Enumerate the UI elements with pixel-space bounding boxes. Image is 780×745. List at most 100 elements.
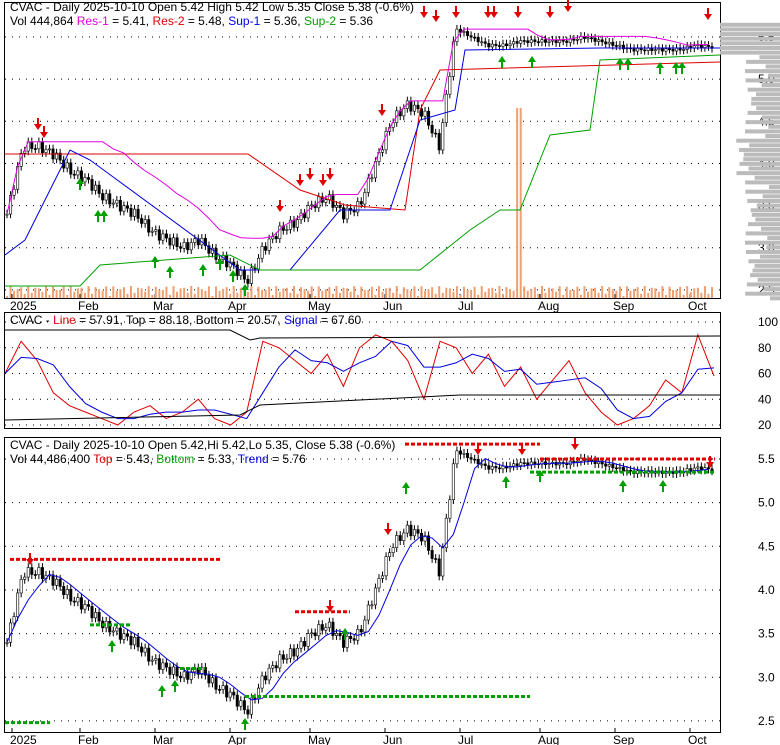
volume-bar	[215, 286, 218, 298]
volume-bar	[682, 294, 685, 298]
volume-bar	[576, 286, 579, 298]
volume-profile-bar	[745, 180, 780, 185]
volume-bar	[686, 286, 689, 298]
volume-bar	[650, 287, 653, 298]
volume-bar	[700, 292, 703, 298]
candle-bottom-body	[597, 461, 601, 464]
candle-bottom-body	[125, 633, 129, 637]
candle-bottom-body	[108, 620, 112, 633]
volume-bar	[172, 286, 175, 298]
volume-bar	[533, 287, 536, 298]
panel1-legend: Vol 444,864 Res-1 = 5.41, Res-2 = 5.48, …	[10, 14, 373, 28]
volume-profile-bar	[754, 175, 780, 180]
candle-top-body	[430, 124, 434, 134]
volume-bar	[654, 288, 657, 298]
buy-arrow-icon	[659, 480, 667, 492]
chart-canvas: 5.55.04.54.03.53.02.55.55.04.54.03.53.02…	[4, 0, 780, 745]
candle-top-body	[274, 236, 278, 240]
candle-bottom-body	[434, 558, 438, 560]
volume-bar	[197, 287, 200, 298]
sell-arrow-icon	[420, 6, 428, 18]
sell-arrow-icon	[432, 10, 440, 22]
x-tick-label: Jun	[383, 299, 402, 313]
candle-top-body	[147, 219, 151, 233]
candle-bottom-body	[296, 647, 300, 657]
candle-bottom-body	[483, 463, 487, 466]
candle-top-body	[363, 192, 367, 205]
volume-profile-bar	[745, 78, 780, 83]
candle-bottom-body	[522, 462, 526, 464]
candle-top-body	[593, 37, 597, 42]
volume-bar	[590, 288, 593, 298]
volume-bar	[689, 291, 692, 298]
candle-bottom-body	[143, 647, 147, 653]
candle-bottom-body	[30, 567, 34, 575]
candle-top-body	[235, 264, 239, 277]
candle-bottom-body	[487, 465, 491, 470]
volume-bar	[583, 286, 586, 298]
volume-bar	[569, 289, 572, 298]
volume-profile-bar	[768, 124, 780, 129]
candle-top-body	[359, 201, 363, 205]
volume-bar	[91, 293, 94, 298]
trend-label: Trend	[237, 452, 269, 466]
volume-bar	[431, 287, 434, 298]
x-tick-label: 2025	[10, 299, 37, 313]
panel1-title: CVAC - Daily 2025-10-10 Open 5.42 High 5…	[10, 0, 414, 14]
candle-bottom-body	[278, 654, 282, 669]
candle-top-body	[143, 219, 147, 224]
volume-profile-bar	[745, 249, 780, 254]
buy-arrow-icon	[151, 256, 159, 268]
volume-bar	[324, 289, 327, 298]
buy-arrow-icon	[108, 640, 116, 652]
candle-bottom-body	[306, 633, 310, 647]
volume-bar	[466, 289, 469, 298]
res1-label: Res-1	[76, 14, 109, 28]
candle-bottom-body	[69, 589, 73, 602]
sup2-label: Sup-2	[303, 14, 336, 28]
volume-bar	[565, 286, 568, 298]
volume-profile-bar	[763, 287, 780, 292]
candle-top-body	[639, 48, 643, 51]
x-tick-label: Mar	[153, 299, 174, 313]
sell-arrow-icon	[306, 168, 314, 180]
volume-bar	[512, 290, 515, 298]
candle-top-body	[118, 199, 122, 212]
volume-bar	[52, 286, 55, 298]
volume-bar	[601, 286, 604, 298]
volume-bar	[406, 289, 409, 298]
volume-bar	[664, 294, 667, 298]
candle-top-body	[611, 41, 615, 46]
candle-bottom-body	[154, 658, 158, 661]
candle-bottom-body	[271, 665, 275, 669]
volume-bar	[165, 286, 168, 298]
volume-bar	[232, 286, 235, 298]
volume-profile-bar	[720, 36, 780, 41]
volume-bar	[129, 286, 132, 298]
osc-tick-label: 100	[758, 315, 778, 329]
candle-bottom-body	[448, 499, 452, 519]
volume-profile-bar	[760, 254, 780, 259]
candle-top-body	[150, 230, 154, 233]
x-tick-label: Apr	[228, 733, 247, 745]
volume-bar	[367, 289, 370, 298]
signal-line	[4, 340, 715, 420]
candle-bottom-body	[451, 463, 455, 501]
candle-top-body	[402, 108, 406, 117]
osc-tick-label: 40	[758, 392, 772, 406]
volume-bar	[310, 286, 313, 298]
volume-bar	[643, 286, 646, 298]
volume-bar	[463, 286, 466, 298]
candle-bottom-body	[384, 556, 388, 577]
candle-bottom-body	[168, 666, 172, 675]
candle-bottom-body	[274, 665, 278, 669]
volume-bar	[101, 290, 104, 298]
candle-top-body	[483, 41, 487, 44]
candle-top-body	[33, 148, 37, 150]
candle-top-body	[324, 199, 328, 203]
candle-bottom-body	[381, 575, 385, 579]
x-tick-label: Apr	[228, 299, 247, 313]
candle-bottom-body	[324, 627, 328, 631]
volume-bar	[285, 287, 288, 298]
candle-bottom-body	[214, 677, 218, 690]
